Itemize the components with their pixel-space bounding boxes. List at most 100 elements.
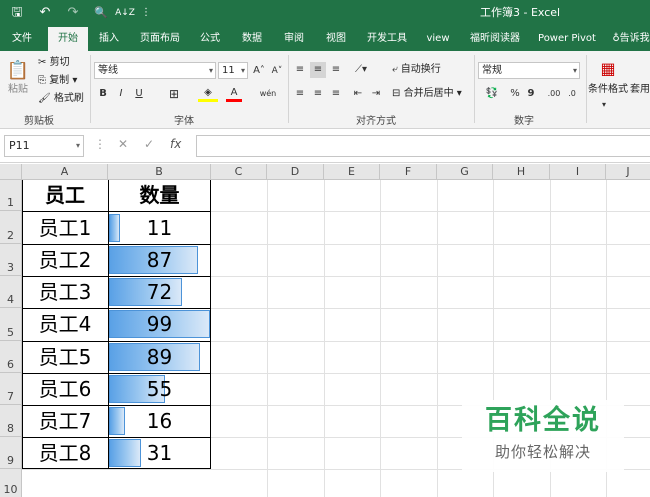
row-header[interactable]: 9 (0, 437, 22, 469)
quantity-cell[interactable]: 87 (108, 244, 211, 276)
tab-tell-me[interactable]: ♁告诉我 (612, 27, 650, 51)
percent-button[interactable]: % (508, 86, 522, 102)
currency-icon[interactable]: 💱 (480, 86, 504, 102)
name-cell[interactable]: 员工5 (22, 341, 108, 373)
row-header[interactable]: 8 (0, 405, 22, 437)
name-cell[interactable]: 员工4 (22, 308, 108, 341)
wrap-text-button[interactable]: ⤶ 自动换行 (392, 63, 441, 77)
decrease-decimal-button[interactable]: .0 (564, 86, 580, 102)
quantity-cell[interactable]: 89 (108, 341, 211, 373)
align-right-icon[interactable]: ≡ (328, 86, 344, 102)
fill-color-icon[interactable]: ◈ (198, 86, 218, 102)
row-header[interactable]: 2 (0, 211, 22, 244)
tab-review[interactable]: 审阅 (278, 27, 310, 51)
row-header[interactable]: 10 (0, 469, 22, 497)
formula-input[interactable] (196, 135, 650, 157)
quantity-cell[interactable]: 55 (108, 373, 211, 405)
align-top-icon[interactable]: ≡ (292, 62, 308, 78)
tab-page-layout[interactable]: 页面布局 (136, 27, 184, 51)
column-header[interactable]: J (606, 164, 650, 180)
sort-icon[interactable]: A↓Z (114, 4, 136, 22)
font-size-select[interactable]: 11 ▾ (218, 62, 248, 79)
select-all-corner[interactable] (0, 164, 22, 180)
table-border (22, 211, 211, 212)
name-cell[interactable]: 员工6 (22, 373, 108, 405)
tab-view-addin[interactable]: view (422, 27, 454, 51)
phonetic-icon[interactable]: wén (258, 86, 278, 102)
cancel-icon[interactable]: ✕ (118, 137, 128, 151)
quantity-cell[interactable]: 31 (108, 437, 211, 469)
tab-power-pivot[interactable]: Power Pivot (536, 27, 598, 51)
quantity-cell[interactable]: 11 (108, 212, 211, 244)
name-cell[interactable]: 员工2 (22, 244, 108, 276)
column-header[interactable]: G (437, 164, 493, 180)
tab-insert[interactable]: 插入 (94, 27, 124, 51)
column-header[interactable]: B (108, 164, 211, 180)
decrease-indent-icon[interactable]: ⇤ (350, 86, 366, 102)
row-header[interactable]: 7 (0, 373, 22, 405)
name-box[interactable]: P11 ▾ (4, 135, 84, 157)
tab-formulas[interactable]: 公式 (194, 27, 226, 51)
undo-icon[interactable]: ↶ (36, 4, 54, 22)
bold-button[interactable]: B (96, 86, 110, 102)
column-header[interactable]: F (380, 164, 437, 180)
header-cell-employee[interactable]: 员工 (22, 180, 108, 211)
tab-home[interactable]: 开始 (48, 27, 88, 51)
header-cell-quantity[interactable]: 数量 (108, 180, 211, 211)
align-bottom-icon[interactable]: ≡ (328, 62, 344, 78)
tab-developer[interactable]: 开发工具 (362, 27, 412, 51)
row-header[interactable]: 4 (0, 276, 22, 308)
save-icon[interactable]: 🖫 (8, 4, 26, 22)
print-preview-icon[interactable]: 🔍 (92, 4, 110, 22)
row-header[interactable]: 6 (0, 341, 22, 373)
align-center-icon[interactable]: ≡ (310, 86, 326, 102)
increase-indent-icon[interactable]: ⇥ (368, 86, 384, 102)
customize-quick-access-icon[interactable]: ⋮ (140, 4, 152, 22)
column-header[interactable]: H (493, 164, 550, 180)
merge-center-button[interactable]: ⊟ 合并后居中 ▾ (392, 87, 462, 101)
table-border (22, 437, 211, 438)
column-header[interactable]: I (550, 164, 606, 180)
tab-foxit-reader[interactable]: 福昕阅读器 (464, 27, 526, 51)
shrink-font-button[interactable]: A˅ (269, 63, 285, 79)
row-header[interactable]: 3 (0, 244, 22, 276)
name-cell[interactable]: 员工3 (22, 276, 108, 308)
increase-decimal-button[interactable]: .00 (546, 86, 562, 102)
name-cell[interactable]: 员工8 (22, 437, 108, 469)
enter-icon[interactable]: ✓ (144, 137, 154, 151)
name-cell[interactable]: 员工1 (22, 212, 108, 244)
font-color-icon[interactable]: A (226, 86, 242, 102)
grow-font-button[interactable]: A˄ (251, 63, 267, 79)
format-as-table-button[interactable]: 套用表格格式 (630, 83, 650, 97)
column-header[interactable]: A (22, 164, 108, 180)
column-header[interactable]: D (267, 164, 324, 180)
font-name-select[interactable]: 等线 ▾ (94, 62, 216, 79)
italic-button[interactable]: I (114, 86, 128, 102)
underline-button[interactable]: U (132, 86, 146, 102)
insert-function-icon[interactable]: fx (170, 137, 181, 151)
conditional-format-button[interactable]: 条件格式 (588, 83, 628, 97)
copy-button[interactable]: ⎘ 复制 ▾ (38, 74, 77, 88)
cut-button[interactable]: ✂ 剪切 (38, 56, 70, 70)
row-header[interactable]: 5 (0, 308, 22, 341)
align-left-icon[interactable]: ≡ (292, 86, 308, 102)
tab-view[interactable]: 视图 (320, 27, 352, 51)
border-icon[interactable]: ⊞ (164, 86, 184, 102)
paste-button[interactable]: 粘贴 (8, 83, 28, 97)
tab-file[interactable]: 文件 (6, 27, 38, 51)
tab-data[interactable]: 数据 (236, 27, 268, 51)
redo-icon[interactable]: ↷ (64, 4, 82, 22)
conditional-format-icon[interactable]: ▦ (596, 57, 620, 81)
orientation-icon[interactable]: ⟋▾ (350, 62, 372, 78)
quantity-cell[interactable]: 16 (108, 405, 211, 437)
name-cell[interactable]: 员工7 (22, 405, 108, 437)
column-header[interactable]: E (324, 164, 380, 180)
column-header[interactable]: C (211, 164, 267, 180)
format-painter-button[interactable]: 🖌 格式刷 (38, 92, 84, 106)
quantity-cell[interactable]: 72 (108, 276, 211, 308)
comma-button[interactable]: 9 (524, 86, 538, 102)
row-header[interactable]: 1 (0, 180, 22, 211)
align-middle-icon[interactable]: ≡ (310, 62, 326, 78)
number-format-select[interactable]: 常规 ▾ (478, 62, 580, 79)
quantity-cell[interactable]: 99 (108, 308, 211, 341)
